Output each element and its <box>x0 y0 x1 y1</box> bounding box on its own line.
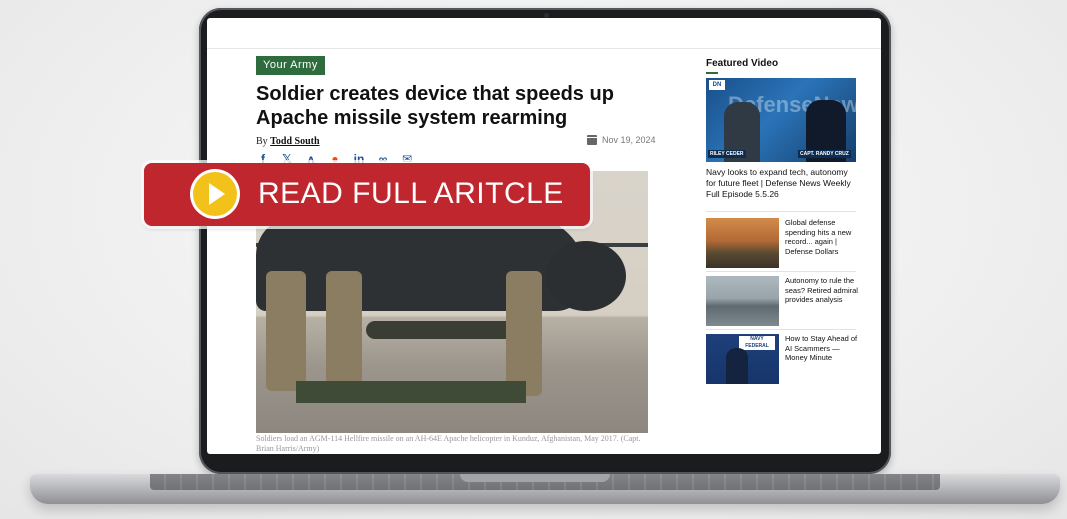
sidebar-item-title: How to Stay Ahead of AI Scammers — Money… <box>785 334 858 362</box>
sidebar-divider <box>706 271 856 272</box>
heading-underline <box>706 72 718 74</box>
article-headline: Soldier creates device that speeds up Ap… <box>256 83 614 129</box>
read-full-article-button[interactable]: READ FULL ARITCLE <box>144 163 590 226</box>
browser-screen: Your Army Soldier creates device that sp… <box>207 18 881 454</box>
image-caption: Soldiers load an AGM-114 Hellfire missil… <box>256 434 641 453</box>
sidebar-divider <box>706 211 856 212</box>
soldier-figure <box>326 271 362 391</box>
presenter-figure <box>726 348 748 384</box>
byline: By Todd South <box>256 136 320 147</box>
section-badge[interactable]: Your Army <box>256 56 325 75</box>
sidebar-divider <box>706 329 856 330</box>
dn-logo: DN <box>709 80 725 90</box>
guest-name-tag: CAPT. RANDY CRUZ <box>798 150 851 158</box>
missile-shape <box>366 321 516 339</box>
sidebar-video-item[interactable]: NAVY FEDERAL How to Stay Ahead of AI Sca… <box>706 334 860 384</box>
video-thumbnail[interactable]: NAVY FEDERAL <box>706 334 779 384</box>
navy-federal-logo: NAVY FEDERAL <box>739 336 775 350</box>
laptop-notch <box>460 474 610 482</box>
featured-video-title[interactable]: Navy looks to expand tech, autonomy for … <box>706 167 860 200</box>
play-icon <box>193 172 237 216</box>
guest-name-tag: RILEY CEDER <box>708 150 746 158</box>
author-link[interactable]: Todd South <box>270 136 319 147</box>
date-text: Nov 19, 2024 <box>602 135 656 145</box>
sidebar-video-item[interactable]: Global defense spending hits a new recor… <box>706 218 860 268</box>
byline-prefix: By <box>256 136 268 147</box>
featured-video-heading: Featured Video <box>706 58 779 69</box>
publish-date: Nov 19, 2024 <box>587 135 656 145</box>
read-full-article-label: READ FULL ARITCLE <box>258 177 564 210</box>
helicopter-nose <box>546 241 626 311</box>
soldier-figure <box>506 271 542 396</box>
video-thumbnail[interactable] <box>706 218 779 268</box>
missile-crate <box>296 381 526 403</box>
sidebar-video-item[interactable]: Autonomy to rule the seas? Retired admir… <box>706 276 860 326</box>
soldier-figure <box>266 271 306 391</box>
sidebar-item-title: Autonomy to rule the seas? Retired admir… <box>785 276 858 304</box>
video-thumbnail[interactable] <box>706 276 779 326</box>
site-header <box>207 18 881 49</box>
calendar-icon <box>587 135 597 145</box>
sidebar-item-title: Global defense spending hits a new recor… <box>785 218 852 256</box>
featured-video-thumbnail[interactable]: DN DefenseNews RILEY CEDER CAPT. RANDY C… <box>706 78 856 162</box>
